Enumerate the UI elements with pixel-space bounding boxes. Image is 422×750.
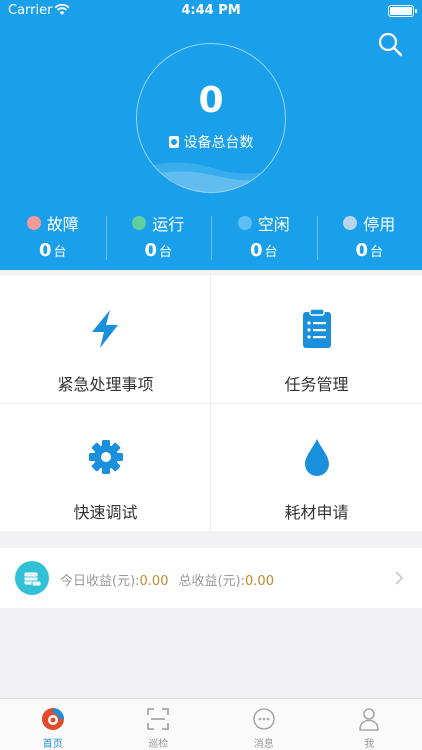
gear-icon <box>88 440 123 474</box>
status-dot <box>343 216 358 230</box>
stat-running[interactable]: 运行 0台 <box>105 210 212 265</box>
stat-count: 0 <box>355 240 368 261</box>
status-dot <box>26 216 41 230</box>
today-income-value: 0.00 <box>139 574 169 589</box>
clock: 4:44 PM <box>181 3 241 18</box>
income-text: 今日收益(元):0.00 总收益(元):0.00 <box>60 570 274 589</box>
function-grid: 紧急处理事项 任务管理 快速调试 耗材申请 <box>0 275 422 531</box>
total-devices-value: 0 <box>198 80 224 121</box>
stat-unit: 台 <box>264 245 278 260</box>
stat-label: 故障 <box>46 215 79 234</box>
consumables-request-button[interactable]: 耗材申请 <box>211 403 422 531</box>
stat-count: 0 <box>249 240 263 261</box>
income-summary-row[interactable]: 今日收益(元):0.00 总收益(元):0.00 <box>0 548 422 608</box>
stat-label: 空闲 <box>257 215 290 234</box>
quick-debug-button[interactable]: 快速调试 <box>0 403 211 531</box>
stat-label: 运行 <box>152 215 185 234</box>
task-management-button[interactable]: 任务管理 <box>211 275 422 403</box>
header-panel: Carrier 4:44 PM 0 设备总台数 故障 0台 运行 0台 空闲 0… <box>0 0 422 270</box>
battery-icon <box>388 5 417 17</box>
status-stats: 故障 0台 运行 0台 空闲 0台 停用 0台 <box>0 210 422 265</box>
device-icon <box>168 136 179 148</box>
total-devices-circle: 0 设备总台数 <box>136 43 286 193</box>
today-income-label: 今日收益(元): <box>60 574 140 589</box>
chat-icon <box>252 708 275 730</box>
lightning-icon <box>91 310 118 348</box>
tab-me[interactable]: 我 <box>317 699 422 750</box>
wave-decoration <box>137 162 285 192</box>
stat-disabled[interactable]: 停用 0台 <box>316 210 422 265</box>
tab-label: 首页 <box>42 739 63 750</box>
total-income-label: 总收益(元): <box>178 574 246 589</box>
status-dot <box>132 216 147 230</box>
drop-icon <box>304 439 329 476</box>
status-dot <box>237 216 252 230</box>
tab-messages[interactable]: 消息 <box>211 699 317 750</box>
emergency-items-button[interactable]: 紧急处理事项 <box>0 275 211 403</box>
tab-inspection[interactable]: 巡检 <box>106 699 212 750</box>
coins-icon <box>15 561 49 595</box>
stat-count: 0 <box>38 240 52 261</box>
stat-label: 停用 <box>363 215 396 234</box>
search-icon[interactable] <box>376 30 404 58</box>
scan-icon <box>147 708 170 730</box>
menu-label: 紧急处理事项 <box>57 375 154 394</box>
menu-label: 快速调试 <box>73 503 138 522</box>
stat-unit: 台 <box>53 245 67 260</box>
stat-fault[interactable]: 故障 0台 <box>0 210 106 265</box>
status-bar: Carrier 4:44 PM <box>0 0 422 22</box>
menu-label: 耗材申请 <box>284 503 349 522</box>
chevron-right-icon <box>395 571 404 585</box>
user-icon <box>359 708 380 731</box>
bottom-tab-bar: 首页 巡检 消息 我 <box>0 698 422 750</box>
tab-home[interactable]: 首页 <box>0 699 106 750</box>
stat-count: 0 <box>144 240 157 261</box>
stat-idle[interactable]: 空闲 0台 <box>211 210 317 265</box>
tab-label: 我 <box>364 739 375 750</box>
stat-unit: 台 <box>370 245 384 260</box>
total-devices-caption: 设备总台数 <box>137 132 285 152</box>
menu-label: 任务管理 <box>284 375 349 394</box>
total-income-value: 0.00 <box>245 574 274 589</box>
clipboard-icon <box>302 308 331 348</box>
tab-label: 消息 <box>253 739 274 750</box>
total-devices-label: 设备总台数 <box>183 135 254 151</box>
home-logo-icon <box>41 708 64 730</box>
tab-label: 巡检 <box>148 739 169 750</box>
stat-unit: 台 <box>159 245 173 260</box>
